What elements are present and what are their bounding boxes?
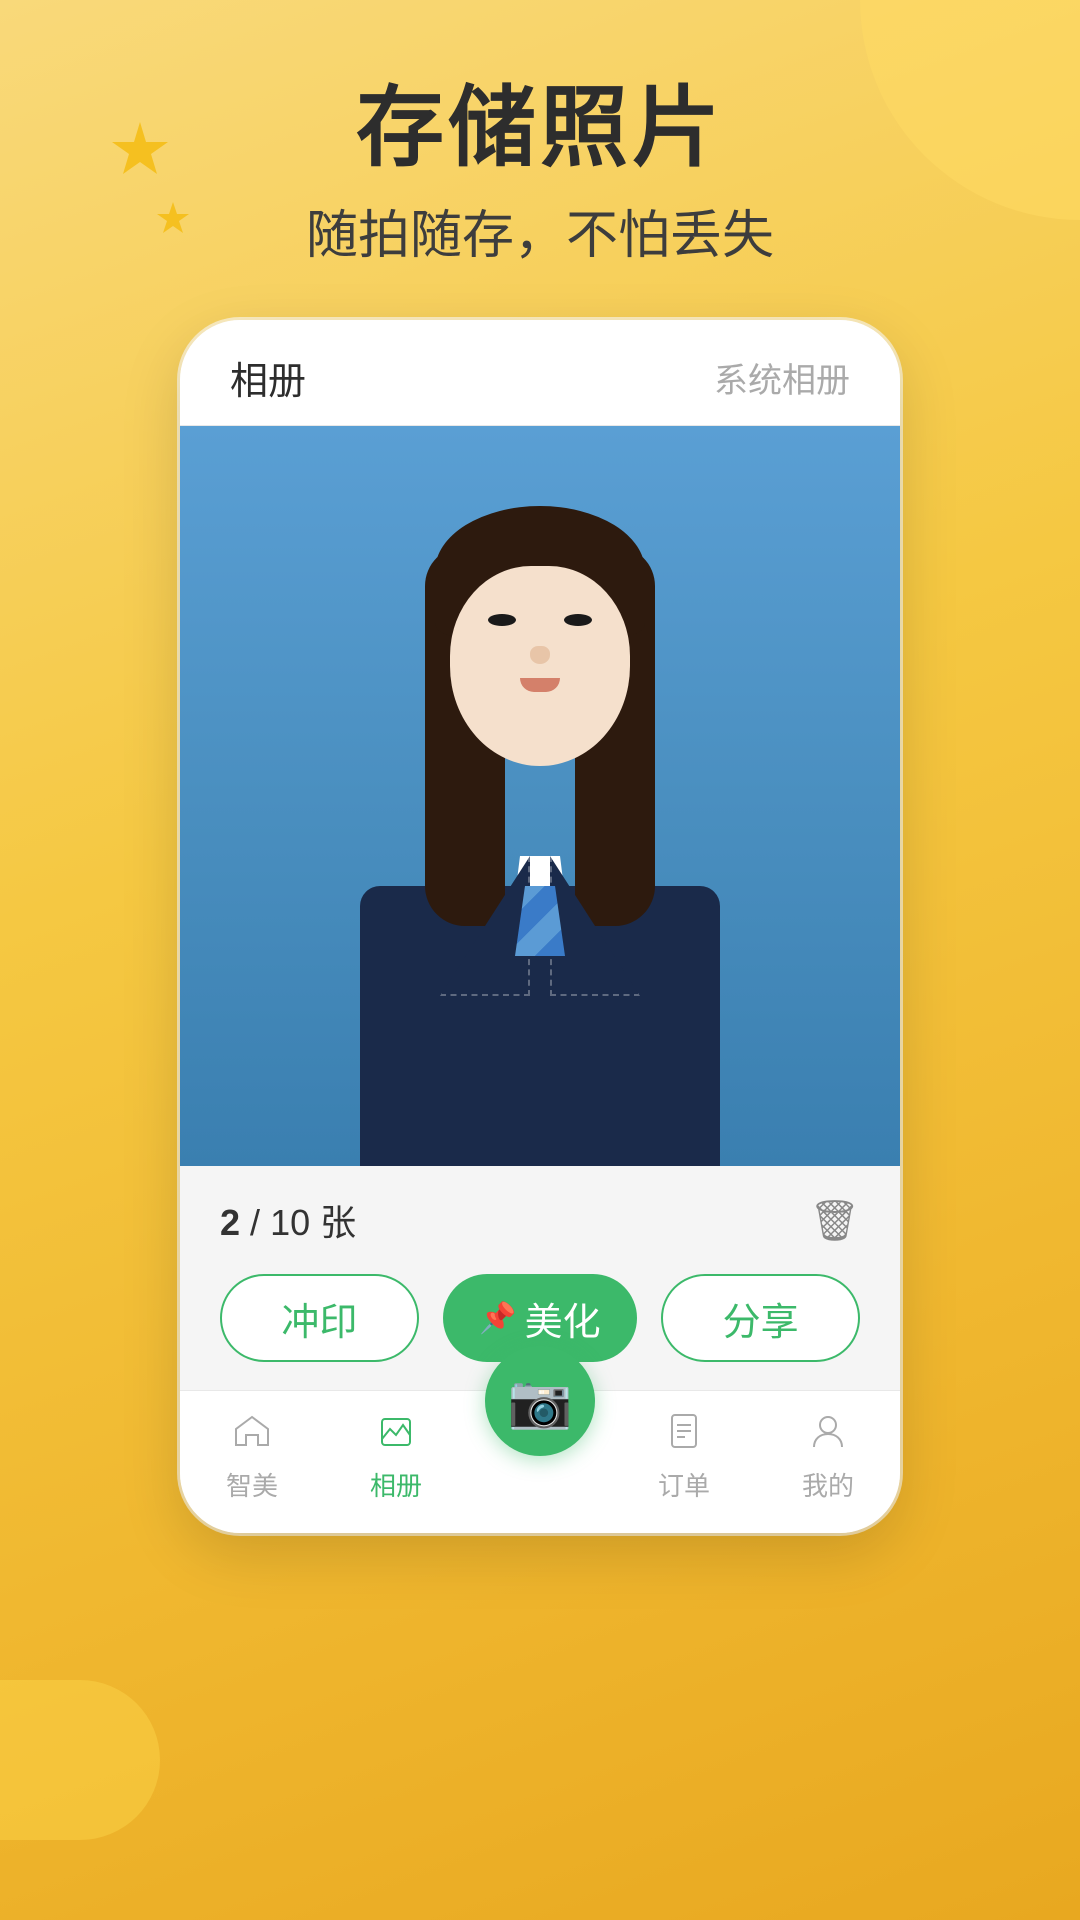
nav-label-orders: 订单 [658,1466,710,1503]
nav-item-orders[interactable]: 订单 [612,1411,756,1503]
counter-current: 2 [220,1202,240,1243]
nav-item-album[interactable]: 相册 [324,1411,468,1503]
tab-system-album[interactable]: 系统相册 [714,353,850,402]
main-title: 存储照片 [0,80,1080,177]
nose [530,646,550,664]
id-photo-background [180,426,900,1166]
bottom-nav: 📷 智美 相册 [180,1390,900,1533]
nav-item-zhimei[interactable]: 智美 [180,1411,324,1503]
delete-icon[interactable]: 🗑 [809,1197,860,1244]
orders-icon [664,1411,704,1458]
print-button[interactable]: 冲印 [220,1274,419,1362]
camera-fab-button[interactable]: 📷 [485,1346,595,1456]
nav-label-album: 相册 [370,1466,422,1503]
beautify-label: 美化 [525,1291,601,1346]
home-icon [232,1411,272,1458]
eye-left [488,614,516,626]
phone-mockup: 相册 系统相册 [180,320,900,1533]
photo-container [180,426,900,1166]
sub-title: 随拍随存，不怕丢失 [0,193,1080,268]
header-section: 存储照片 随拍随存，不怕丢失 [0,80,1080,268]
album-icon [376,1411,416,1458]
eye-right [564,614,592,626]
person-figure [330,486,750,1166]
phone-header: 相册 系统相册 [180,320,900,426]
share-button[interactable]: 分享 [661,1274,860,1362]
nav-label-mine: 我的 [802,1466,854,1503]
decorative-blob-bottom [0,1680,160,1840]
photo-counter: 2 / 10 张 [220,1194,356,1246]
counter-row: 2 / 10 张 🗑 [220,1194,860,1246]
nav-label-zhimei: 智美 [226,1466,278,1503]
profile-icon [808,1411,848,1458]
nav-item-mine[interactable]: 我的 [756,1411,900,1503]
pin-icon: 📌 [479,1301,516,1336]
camera-icon: 📷 [508,1371,573,1432]
tab-album[interactable]: 相册 [230,350,306,405]
counter-unit: 张 [320,1202,356,1243]
counter-total: 10 [270,1202,310,1243]
counter-separator: / [250,1202,260,1243]
face [450,566,630,766]
